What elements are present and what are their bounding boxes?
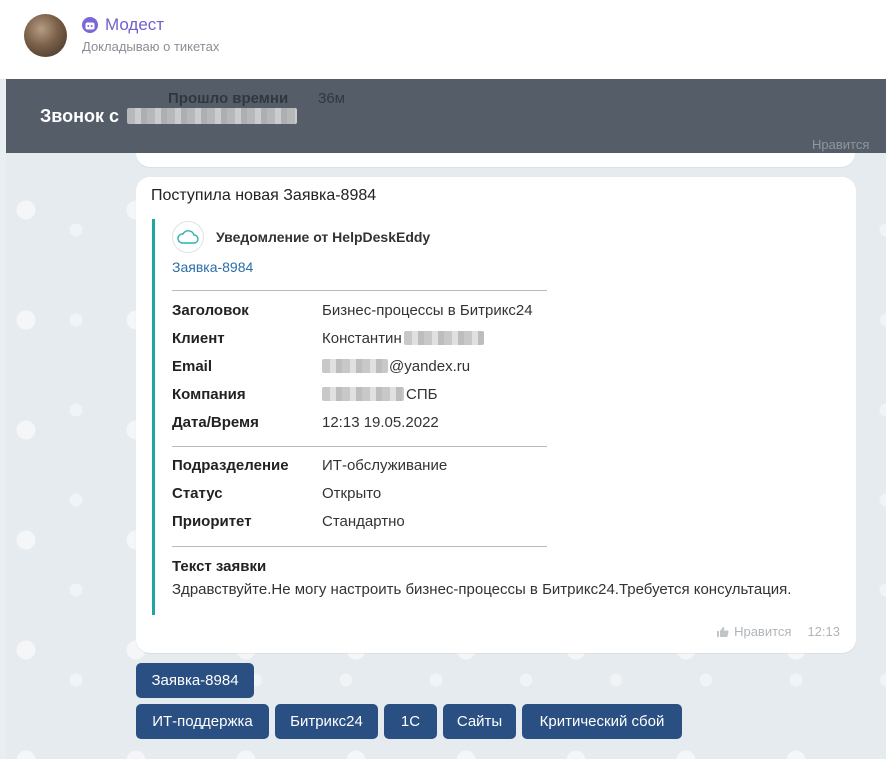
blurred-email-user — [322, 359, 388, 373]
keyboard-button-1c[interactable]: 1С — [384, 704, 437, 739]
ticket-text-label: Текст заявки — [172, 558, 267, 575]
keyboard-button-it-support[interactable]: ИТ-поддержка — [136, 704, 269, 739]
field-key: Компания — [172, 385, 246, 403]
cloud-icon — [172, 221, 204, 253]
ticket-text-section: Текст заявки Здравствуйте.Не могу настро… — [172, 558, 842, 598]
ticket-text-body: Здравствуйте.Не могу настроить бизнес-пр… — [172, 581, 792, 598]
call-banner[interactable]: Звонок с — [6, 79, 886, 153]
card-heading: Уведомление от HelpDeskEddy — [216, 229, 431, 245]
header-text: Модест Докладываю о тикетах — [82, 14, 219, 54]
field-value: Открыто — [322, 484, 382, 502]
field-row-email: Email @yandex.ru — [172, 352, 842, 380]
blurred-surname — [403, 331, 484, 345]
keyboard-button-bitrix24[interactable]: Битрикс24 — [275, 704, 378, 739]
bot-icon — [82, 17, 98, 33]
keyboard-button-sites[interactable]: Сайты — [443, 704, 516, 739]
message-footer: Нравится 12:13 — [716, 624, 840, 639]
field-key: Приоритет — [172, 512, 252, 530]
like-label: Нравится — [734, 624, 792, 639]
message-bubble: Поступила новая Заявка-8984 Уведомление … — [136, 177, 856, 653]
message-time: 12:13 — [807, 624, 840, 639]
ticket-link[interactable]: Заявка-8984 — [172, 259, 253, 275]
field-row-datetime: Дата/Время 12:13 19.05.2022 — [172, 408, 842, 436]
email-domain: @yandex.ru — [389, 357, 471, 375]
notification-card: Уведомление от HelpDeskEddy Заявка-8984 … — [152, 219, 842, 615]
fields-group-1: Заголовок Бизнес-процессы в Битрикс24 Кл… — [172, 296, 842, 436]
divider — [172, 446, 547, 447]
field-value: ИТ-обслуживание — [322, 456, 448, 474]
field-value: 12:13 19.05.2022 — [322, 413, 439, 431]
fields-group-2: Подразделение ИТ-обслуживание Статус Отк… — [172, 451, 842, 535]
field-key: Клиент — [172, 329, 225, 347]
ghost-field-label: Прошло времни — [168, 90, 289, 107]
field-row-title: Заголовок Бизнес-процессы в Битрикс24 — [172, 296, 842, 324]
like-button[interactable]: Нравится — [716, 624, 791, 639]
field-row-company: Компания СПБ — [172, 380, 842, 408]
avatar[interactable] — [24, 14, 67, 57]
ghost-like: Нравится — [812, 137, 870, 152]
header-title-row[interactable]: Модест — [82, 14, 219, 36]
ghost-field-value: 36м — [318, 90, 345, 107]
field-value-client: Константин — [322, 330, 484, 347]
field-row-status: Статус Открыто — [172, 479, 842, 507]
field-value-email: @yandex.ru — [322, 358, 470, 375]
keyboard-button-critical[interactable]: Критический сбой — [522, 704, 682, 739]
field-value-company: СПБ — [322, 386, 437, 403]
field-key: Статус — [172, 484, 223, 502]
blurred-phone — [127, 108, 297, 124]
field-key: Подразделение — [172, 456, 289, 474]
client-name: Константин — [322, 329, 402, 347]
field-key: Email — [172, 357, 213, 375]
field-row-department: Подразделение ИТ-обслуживание — [172, 451, 842, 479]
keyboard-button-ticket[interactable]: Заявка-8984 — [136, 663, 254, 698]
chat-subtitle: Докладываю о тикетах — [82, 39, 220, 54]
field-row-priority: Приоритет Стандартно — [172, 507, 842, 535]
divider — [172, 290, 547, 291]
field-value: Бизнес-процессы в Битрикс24 — [322, 301, 533, 319]
company-suffix: СПБ — [406, 385, 438, 403]
card-header: Уведомление от HelpDeskEddy — [172, 219, 842, 255]
divider — [172, 546, 547, 547]
chat-title[interactable]: Модест — [105, 15, 164, 35]
field-value: Стандартно — [322, 512, 405, 530]
message-title: Поступила новая Заявка-8984 — [151, 187, 377, 204]
field-key: Заголовок — [172, 301, 249, 319]
field-key: Дата/Время — [172, 413, 259, 431]
call-banner-text: Звонок с — [40, 105, 119, 126]
chat-header: Модест Докладываю о тикетах — [0, 0, 886, 80]
thumbs-up-icon — [717, 626, 729, 637]
blurred-company — [322, 387, 404, 401]
field-row-client: Клиент Константин — [172, 324, 842, 352]
